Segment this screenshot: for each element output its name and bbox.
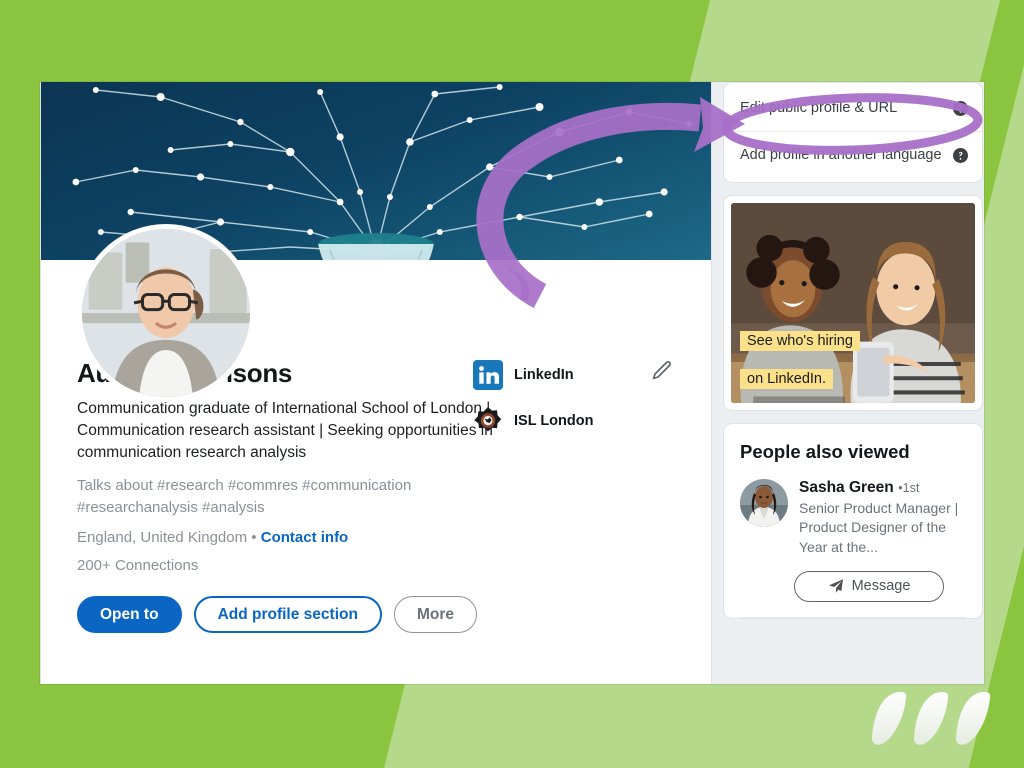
edit-profile-pencil-icon[interactable]: [645, 354, 679, 388]
ad-image: See who's hiring on LinkedIn.: [731, 203, 975, 403]
bg-stripe: [365, 684, 715, 768]
person-name-row: Sasha Green •1st: [799, 479, 966, 497]
add-profile-language-row[interactable]: Add profile in another language: [724, 131, 982, 178]
more-button[interactable]: More: [393, 596, 477, 634]
message-button-label: Message: [851, 578, 911, 595]
help-circle-icon[interactable]: [953, 147, 968, 163]
profile-action-buttons: Open to Add profile section More: [41, 574, 711, 634]
ad-caption-line-1: See who's hiring: [740, 331, 860, 351]
link-label: Edit public profile & URL: [740, 100, 898, 116]
linkedin-ad-card[interactable]: See who's hiring on LinkedIn.: [723, 195, 983, 411]
people-also-viewed-title: People also viewed: [740, 441, 910, 462]
location-separator: •: [251, 529, 257, 547]
badge-linkedin[interactable]: LinkedIn: [473, 360, 633, 390]
person-subtitle: Senior Product Manager | Product Designe…: [799, 500, 959, 555]
profile-location: England, United Kingdom: [77, 529, 248, 547]
help-circle-icon[interactable]: [953, 100, 968, 116]
profile-headline: Communication graduate of International …: [77, 400, 493, 462]
people-also-viewed-card: People also viewed Sasha Green •1st Seni…: [723, 423, 983, 619]
avatar-photo: [82, 229, 250, 397]
profile-avatar[interactable]: [77, 224, 255, 402]
profile-badges: LinkedIn ISL London: [473, 360, 633, 452]
pencil-icon: [652, 361, 671, 380]
edit-public-profile-url-row[interactable]: Edit public profile & URL: [724, 85, 982, 131]
profile-links-card: Edit public profile & URL Add profile in…: [723, 82, 983, 183]
badge-isl-london[interactable]: ISL London: [473, 406, 633, 436]
person-details: Sasha Green •1st Senior Product Manager …: [799, 479, 966, 557]
profile-location-row: England, United Kingdom • Contact info: [77, 529, 711, 546]
profile-talks-about: Talks about #research #commres #communic…: [77, 477, 412, 516]
message-button[interactable]: Message: [794, 570, 944, 602]
profile-card: Aubrey Johnsons Communication graduate o…: [40, 82, 712, 684]
sasha-green-photo: [740, 479, 788, 527]
isl-london-logo-icon: [474, 407, 502, 432]
profile-connections: 200+ Connections: [77, 557, 199, 575]
badge-label: ISL London: [514, 413, 594, 429]
linkedin-page-surface: Aubrey Johnsons Communication graduate o…: [40, 82, 984, 684]
linkedin-logo-icon: [473, 360, 503, 390]
people-also-viewed-person[interactable]: Sasha Green •1st Senior Product Manager …: [740, 479, 966, 557]
add-profile-section-button[interactable]: Add profile section: [193, 596, 382, 634]
paper-plane-icon: [828, 579, 843, 594]
contact-info-link[interactable]: Contact info: [261, 529, 349, 546]
ad-caption-line-2: on LinkedIn.: [740, 369, 834, 389]
card-divider: [740, 616, 966, 618]
side-column: Edit public profile & URL Add profile in…: [723, 82, 983, 684]
badge-label: LinkedIn: [514, 367, 574, 383]
open-to-button[interactable]: Open to: [77, 596, 182, 634]
link-label: Add profile in another language: [740, 147, 942, 163]
person-degree: •1st: [898, 481, 920, 495]
person-name: Sasha Green: [799, 479, 894, 496]
watermark-logo: [872, 692, 991, 745]
person-avatar[interactable]: [740, 479, 788, 527]
